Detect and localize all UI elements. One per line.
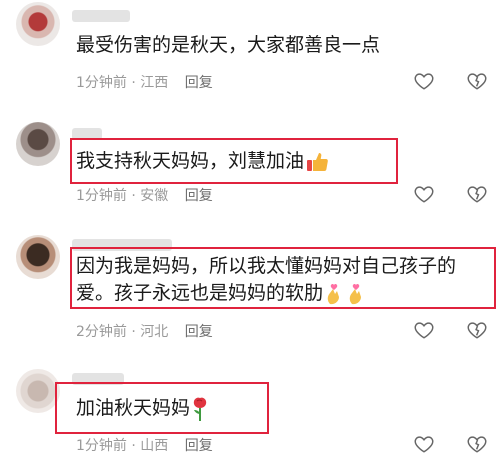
- comment-location: 江西: [140, 75, 169, 91]
- comment-text: 加油秋天妈妈: [76, 393, 210, 423]
- comment-item: 因为我是妈妈，所以我太懂妈妈对自己孩子的 爱。孩子永远也是妈妈的软肋 2分钟前 …: [0, 225, 500, 365]
- comment-location: 安徽: [140, 188, 169, 204]
- reply-button[interactable]: 回复: [185, 75, 213, 91]
- comment-meta: 1分钟前 · 安徽 回复: [76, 185, 213, 205]
- heart-icon[interactable]: [413, 183, 435, 205]
- comment-time: 1分钟前: [76, 438, 127, 454]
- reply-button[interactable]: 回复: [185, 324, 213, 340]
- heart-icon[interactable]: [413, 433, 435, 455]
- comment-time: 1分钟前: [76, 75, 127, 91]
- comment-location: 山西: [140, 438, 169, 454]
- comment-meta: 1分钟前 · 江西 回复: [76, 72, 213, 92]
- finger-heart-icon: [327, 283, 362, 304]
- reply-button[interactable]: 回复: [185, 438, 213, 454]
- separator: ·: [131, 188, 136, 204]
- separator: ·: [131, 324, 136, 340]
- separator: ·: [131, 438, 136, 454]
- comment-text-content: 我支持秋天妈妈，刘慧加油: [76, 150, 305, 172]
- dislike-icon[interactable]: [466, 70, 488, 92]
- reply-button[interactable]: 回复: [185, 188, 213, 204]
- comment-text: 我支持秋天妈妈，刘慧加油: [76, 146, 330, 176]
- comment-text-line: 爱。孩子永远也是妈妈的软肋: [76, 280, 456, 307]
- avatar[interactable]: [16, 2, 60, 46]
- dislike-icon[interactable]: [466, 183, 488, 205]
- comment-location: 河北: [140, 324, 169, 340]
- comment-text: 最受伤害的是秋天，大家都善良一点: [76, 34, 381, 56]
- dislike-icon[interactable]: [466, 433, 488, 455]
- avatar[interactable]: [16, 369, 60, 413]
- username[interactable]: [72, 10, 130, 22]
- comment-meta: 2分钟前 · 河北 回复: [76, 321, 213, 341]
- comment-time: 1分钟前: [76, 188, 127, 204]
- dislike-icon[interactable]: [466, 319, 488, 341]
- rose-icon: [193, 397, 207, 421]
- comment-text: 因为我是妈妈，所以我太懂妈妈对自己孩子的 爱。孩子永远也是妈妈的软肋: [76, 253, 456, 307]
- comment-time: 2分钟前: [76, 324, 127, 340]
- avatar[interactable]: [16, 122, 60, 166]
- comment-text-content: 爱。孩子永远也是妈妈的软肋: [76, 282, 324, 304]
- heart-icon[interactable]: [413, 70, 435, 92]
- comment-text-line: 因为我是妈妈，所以我太懂妈妈对自己孩子的: [76, 255, 457, 277]
- comment-meta: 1分钟前 · 山西 回复: [76, 435, 213, 455]
- comment-text-content: 加油秋天妈妈: [76, 397, 191, 419]
- comment-item: 我支持秋天妈妈，刘慧加油 1分钟前 · 安徽 回复: [0, 110, 500, 225]
- avatar[interactable]: [16, 235, 60, 279]
- thumbs-up-icon: [307, 152, 328, 171]
- comment-item: 最受伤害的是秋天，大家都善良一点 1分钟前 · 江西 回复: [0, 0, 500, 110]
- comment-item: 加油秋天妈妈 1分钟前 · 山西 回复: [0, 365, 500, 467]
- separator: ·: [131, 75, 136, 91]
- heart-icon[interactable]: [413, 319, 435, 341]
